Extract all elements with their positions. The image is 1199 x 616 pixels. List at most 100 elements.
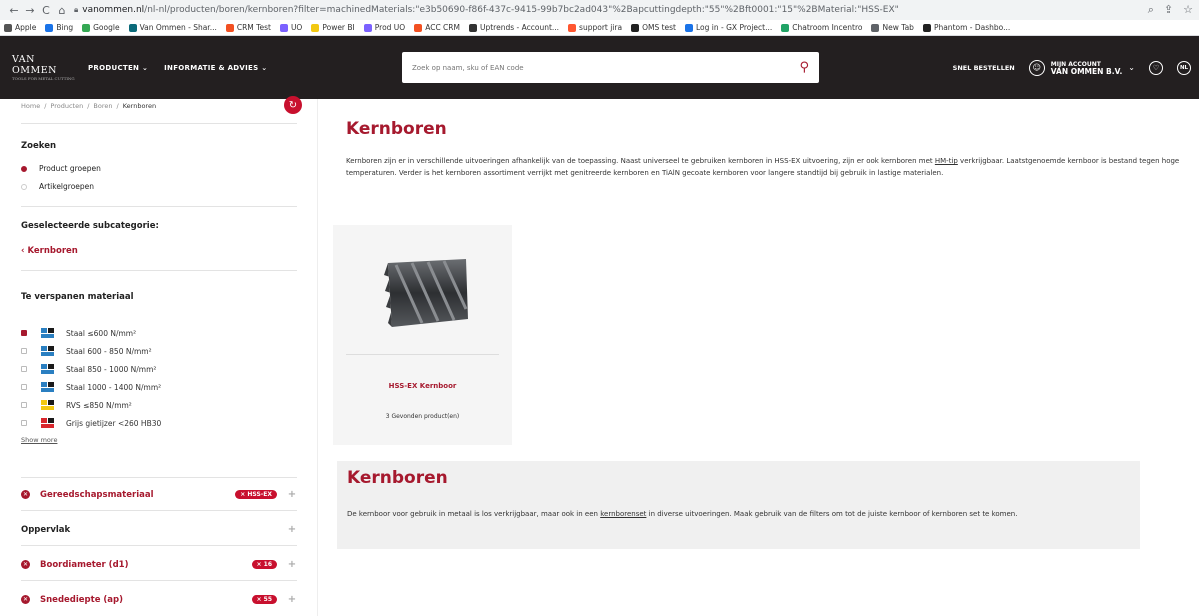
checkbox[interactable]	[21, 384, 27, 390]
breadcrumb-home[interactable]: Home	[21, 102, 40, 110]
bookmark-icon	[922, 23, 931, 32]
clear-filter-icon[interactable]: ✕	[21, 490, 30, 499]
nav-information[interactable]: INFORMATIE & ADVIES ⌄	[164, 64, 267, 72]
expand-icon[interactable]: +	[287, 594, 297, 605]
core-drill-set-link[interactable]: kernborenset	[600, 510, 646, 518]
browser-toolbar: ← → C ⌂ 🔒︎ vanommen.nl /nl-nl/producten/…	[0, 0, 1199, 20]
material-label: Staal ≤600 N/mm²	[66, 328, 137, 338]
filter-facet[interactable]: ✕ Snedediepte (ap) × 55 +	[21, 594, 297, 605]
home-icon[interactable]: ⌂	[54, 4, 70, 17]
active-filter-chip[interactable]: × HSS-EX	[235, 490, 277, 499]
share-icon[interactable]: ⇪	[1164, 3, 1173, 17]
star-icon[interactable]: ☆	[1183, 3, 1193, 17]
bookmark-item[interactable]: ACC CRM	[414, 23, 460, 32]
bookmark-icon	[4, 23, 12, 32]
nav-products[interactable]: PRODUCTEN ⌄	[88, 64, 148, 72]
bookmark-item[interactable]: Prod UO	[363, 23, 405, 32]
bookmark-item[interactable]: Power BI	[311, 23, 355, 32]
breadcrumb-drills[interactable]: Boren	[93, 102, 112, 110]
material-filter-option[interactable]: Grijs gietijzer <260 HB30	[21, 418, 161, 428]
bookmark-icon	[128, 23, 137, 32]
breadcrumb-current: Kernboren	[122, 102, 157, 110]
reload-icon[interactable]: C	[38, 4, 54, 17]
radio-button[interactable]	[21, 165, 27, 172]
radio-product-groups[interactable]: Product groepen	[21, 164, 101, 173]
page-title: Kernboren	[346, 119, 447, 139]
checkbox[interactable]	[21, 402, 27, 408]
product-count: 3 Gevonden product(en)	[385, 413, 460, 420]
core-drill-image	[384, 259, 468, 327]
account-company: VAN OMMEN B.V.	[1050, 66, 1123, 76]
brand-logo[interactable]: VAN OMMEN TOOLS FOR METAL CUTTING	[12, 54, 76, 81]
checkbox[interactable]	[21, 420, 27, 426]
bookmark-item[interactable]: support jira	[568, 23, 622, 32]
expand-icon[interactable]: +	[287, 559, 297, 570]
bookmark-item[interactable]: Uptrends - Account...	[468, 23, 559, 32]
clear-filter-icon[interactable]: ✕	[21, 595, 30, 604]
material-section-title: Te verspanen materiaal	[21, 292, 134, 302]
quick-order-link[interactable]: SNEL BESTELLEN	[953, 64, 1015, 72]
radio-label: Product groepen	[39, 164, 101, 173]
url-domain: vanommen.nl	[82, 5, 145, 15]
expand-icon[interactable]: +	[287, 489, 297, 500]
clear-filter-icon[interactable]: ✕	[21, 560, 30, 569]
main-content: Kernboren Kernboren zijn er in verschill…	[333, 99, 1199, 616]
product-group-card[interactable]: HSS-EX Kernboor 3 Gevonden product(en)	[333, 225, 512, 445]
bookmark-item[interactable]: Log in - GX Project...	[685, 23, 772, 32]
filter-facet[interactable]: Oppervlak +	[21, 524, 297, 535]
bookmark-icon	[311, 23, 320, 32]
back-icon[interactable]: ←	[6, 4, 22, 17]
search-icon[interactable]: ⚲	[799, 60, 809, 75]
bookmark-item[interactable]: Bing	[45, 23, 73, 32]
material-icon	[41, 418, 54, 428]
active-filter-chip[interactable]: × 16	[251, 560, 277, 569]
bookmark-icon	[45, 23, 54, 32]
bookmark-icon	[685, 23, 694, 32]
active-filter-chip[interactable]: × 55	[251, 595, 277, 604]
bookmark-item[interactable]: Phantom - Dashbo...	[922, 23, 1010, 32]
product-group-title[interactable]: HSS-EX Kernboor	[333, 382, 512, 390]
material-filter-option[interactable]: Staal 600 - 850 N/mm²	[21, 346, 152, 356]
bookmark-icon	[363, 23, 372, 32]
checkbox[interactable]	[21, 330, 27, 336]
bookmark-item[interactable]: OMS test	[631, 23, 676, 32]
reset-filters-button[interactable]: ↻	[284, 96, 302, 114]
filter-facet[interactable]: ✕ Boordiameter (d1) × 16 +	[21, 559, 297, 570]
zoom-icon[interactable]: ⌕	[1148, 3, 1154, 17]
checkbox[interactable]	[21, 366, 27, 372]
user-icon: ☺	[1028, 59, 1045, 76]
expand-icon[interactable]: +	[287, 524, 297, 535]
url-path: /nl-nl/producten/boren/kernboren?filter=…	[144, 5, 899, 15]
address-bar[interactable]: 🔒︎ vanommen.nl /nl-nl/producten/boren/ke…	[74, 2, 1140, 18]
radio-button[interactable]	[21, 183, 27, 190]
breadcrumb-separator: /	[116, 102, 119, 110]
checkbox[interactable]	[21, 348, 27, 354]
heart-icon[interactable]: ♡	[1149, 60, 1163, 75]
show-more-link[interactable]: Show more	[21, 436, 57, 444]
material-filter-option[interactable]: Staal 1000 - 1400 N/mm²	[21, 382, 161, 392]
bookmark-item[interactable]: New Tab	[871, 23, 914, 32]
hm-tip-link[interactable]: HM-tip	[935, 157, 958, 165]
search-input[interactable]	[412, 63, 800, 72]
bookmark-item[interactable]: Apple	[4, 23, 36, 32]
bookmark-item[interactable]: Van Ommen - Shar...	[128, 23, 217, 32]
bookmark-item[interactable]: Google	[82, 23, 120, 32]
site-search: ⚲	[402, 52, 819, 83]
bookmark-item[interactable]: Chatroom Incentro	[781, 23, 862, 32]
bookmark-item[interactable]: CRM Test	[225, 23, 271, 32]
filter-facet[interactable]: ✕ Gereedschapsmateriaal × HSS-EX +	[21, 489, 297, 500]
material-filter-option[interactable]: RVS ≤850 N/mm²	[21, 400, 132, 410]
back-to-category-link[interactable]: ‹ Kernboren	[21, 246, 78, 256]
breadcrumb-products[interactable]: Producten	[50, 102, 83, 110]
language-switch[interactable]: NL	[1177, 60, 1191, 75]
forward-icon[interactable]: →	[22, 4, 38, 17]
breadcrumb-separator: /	[44, 102, 47, 110]
radio-article-groups[interactable]: Artikelgroepen	[21, 182, 94, 191]
bookmark-item[interactable]: UO	[279, 23, 302, 32]
account-menu[interactable]: ☺ MIJN ACCOUNT VAN OMMEN B.V. ⌄	[1028, 59, 1135, 76]
facet-label: Snedediepte (ap)	[40, 594, 124, 605]
material-label: Grijs gietijzer <260 HB30	[66, 418, 162, 428]
facet-label: Oppervlak	[21, 524, 71, 535]
material-filter-option[interactable]: Staal 850 - 1000 N/mm²	[21, 364, 156, 374]
material-filter-option[interactable]: Staal ≤600 N/mm²	[21, 328, 136, 338]
